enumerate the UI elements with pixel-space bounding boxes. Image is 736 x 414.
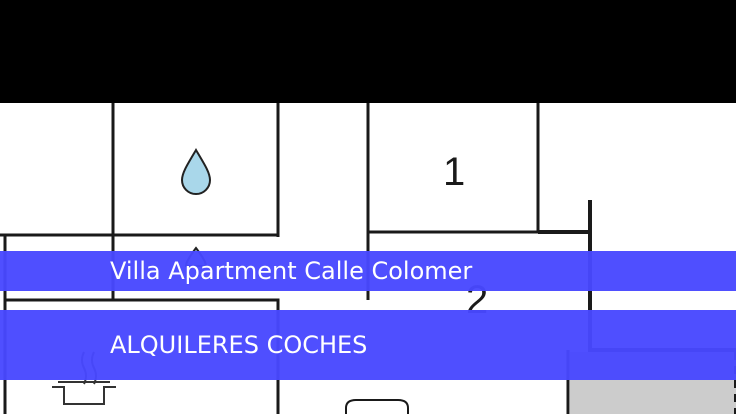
banner-subtitle-text[interactable]: ALQUILERES COCHES	[110, 331, 367, 359]
room-number-1: 1	[443, 150, 466, 194]
subtitle-banner[interactable]: ALQUILERES COCHES	[0, 310, 736, 380]
banner-title-text[interactable]: Villa Apartment Calle Colomer	[110, 257, 472, 285]
title-banner[interactable]: Villa Apartment Calle Colomer	[0, 251, 736, 291]
water-drop-icon	[180, 148, 212, 195]
